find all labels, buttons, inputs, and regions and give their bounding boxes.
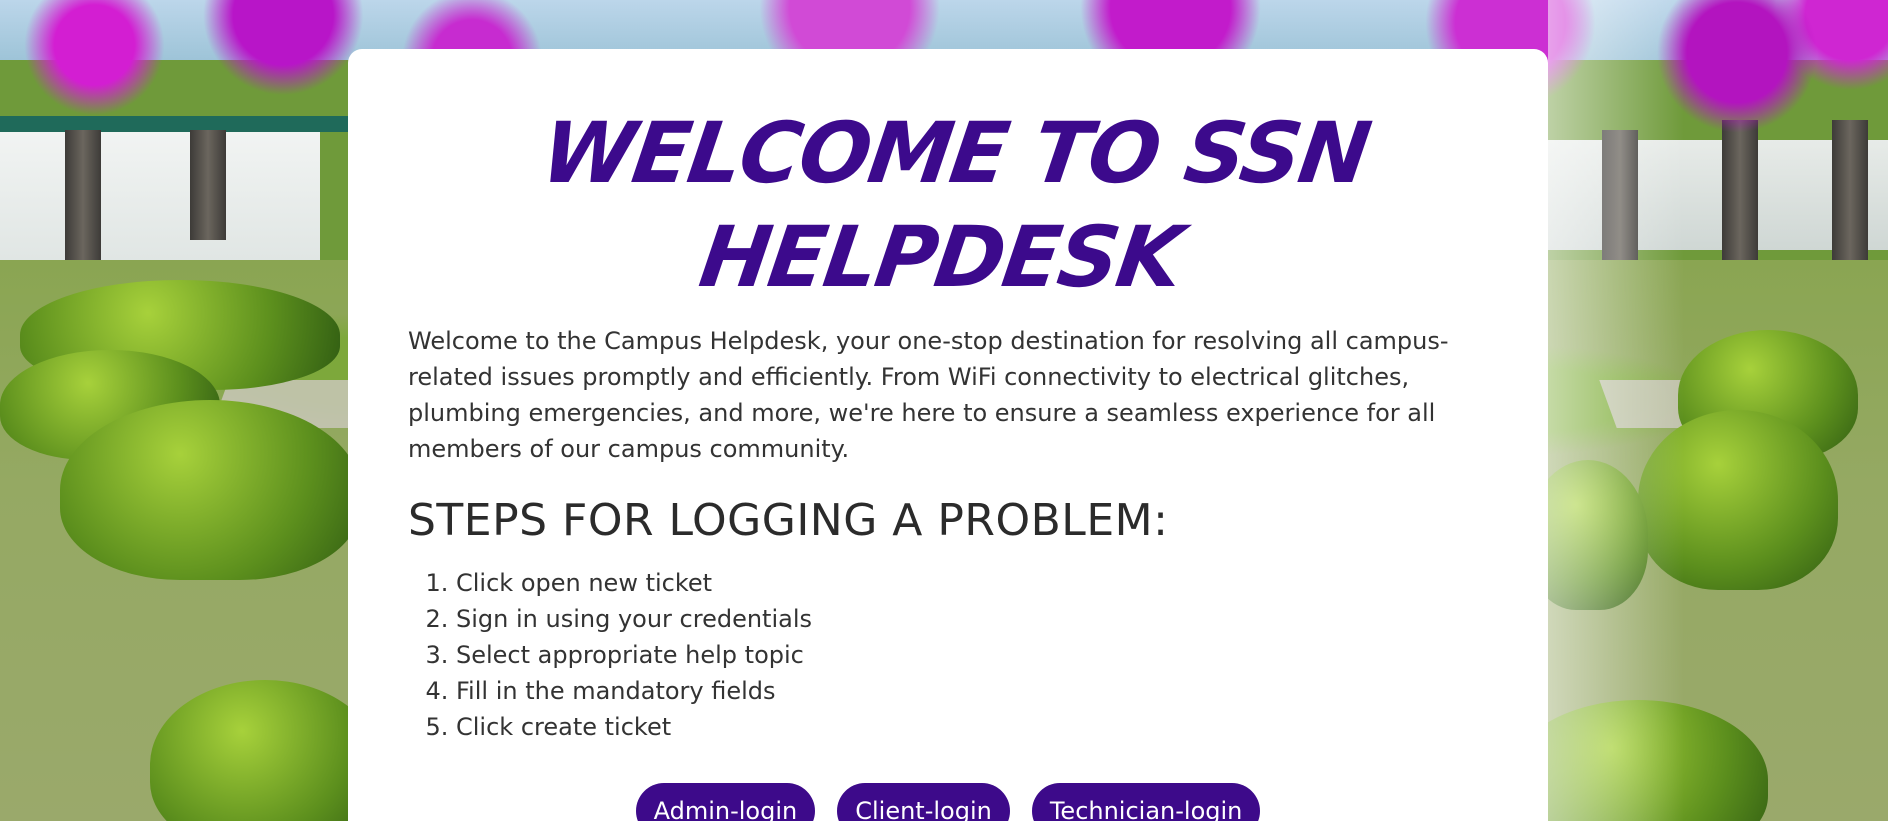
step-item: Click open new ticket bbox=[456, 565, 1488, 601]
welcome-card: WELCOME TO SSN HELPDESK Welcome to the C… bbox=[348, 49, 1548, 821]
client-login-button[interactable]: Client-login bbox=[837, 783, 1010, 821]
step-item: Sign in using your credentials bbox=[456, 601, 1488, 637]
background-fade bbox=[1548, 0, 1888, 821]
steps-list: Click open new ticket Sign in using your… bbox=[408, 565, 1488, 745]
admin-login-button[interactable]: Admin-login bbox=[635, 783, 816, 821]
technician-login-button[interactable]: Technician-login bbox=[1031, 783, 1261, 821]
steps-heading: STEPS FOR LOGGING A PROBLEM: bbox=[408, 495, 1169, 546]
step-item: Select appropriate help topic bbox=[456, 637, 1488, 673]
step-item: Click create ticket bbox=[456, 709, 1488, 745]
intro-paragraph: Welcome to the Campus Helpdesk, your one… bbox=[408, 327, 1449, 463]
step-item: Fill in the mandatory fields bbox=[456, 673, 1488, 709]
login-buttons: Admin-login Client-login Technician-logi… bbox=[408, 783, 1488, 821]
page-title: WELCOME TO SSN HELPDESK bbox=[535, 104, 1375, 306]
hedge bbox=[60, 400, 360, 580]
